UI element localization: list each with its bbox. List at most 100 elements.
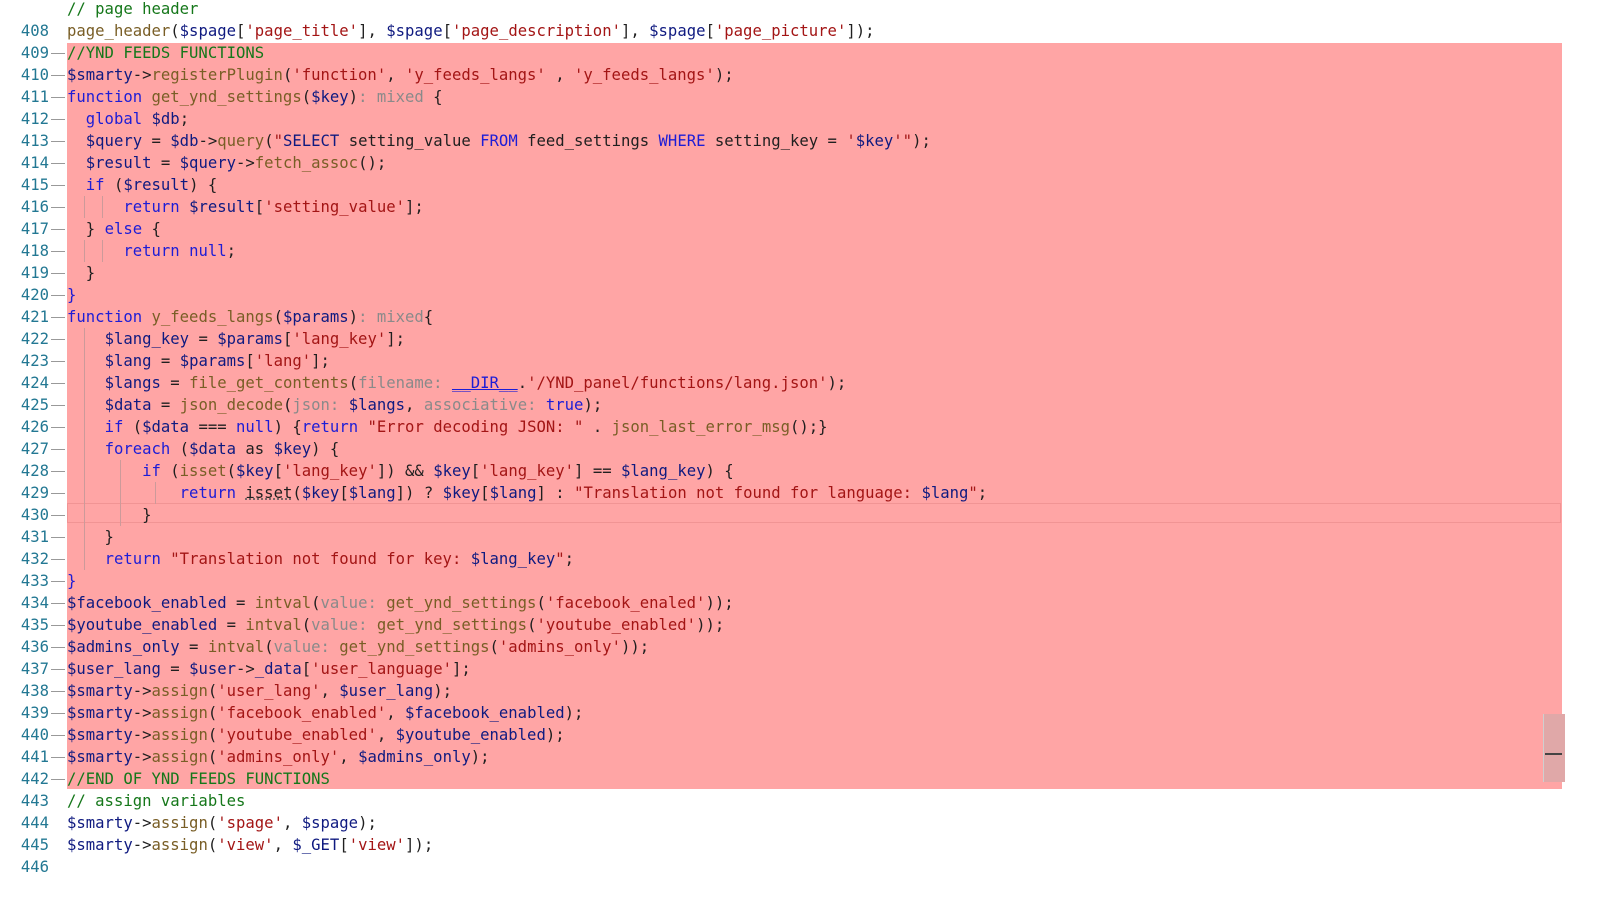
line-text[interactable]: } (67, 284, 76, 306)
line-text[interactable]: return $result['setting_value']; (67, 196, 423, 218)
code-line[interactable]: 429 if (isset($key['lang_key']) && $key[… (0, 460, 1560, 502)
line-text[interactable]: // page header (67, 0, 198, 20)
line-text[interactable]: $langs = file_get_contents(filename: __D… (67, 372, 847, 394)
code-line[interactable]: 437 $admins_only = intval(value: get_ynd… (0, 636, 1560, 678)
code-line[interactable]: 443 //END OF YND FEEDS FUNCTIONS (0, 768, 1560, 810)
scrollbar-thumb[interactable] (1543, 714, 1565, 782)
code-line[interactable]: 423 $lang_key = $params['lang_key']; (0, 328, 1560, 370)
line-text[interactable]: function get_ynd_settings($key): mixed { (67, 86, 443, 108)
line-text[interactable]: //YND FEEDS FUNCTIONS (67, 42, 264, 64)
line-text[interactable]: return "Translation not found for key: $… (67, 548, 574, 570)
code-line[interactable]: 431 } (0, 504, 1560, 546)
fold-marker (51, 625, 65, 626)
code-line[interactable]: 418 } else { (0, 218, 1560, 260)
code-line[interactable]: 430 return isset($key[$lang]) ? $key[$la… (0, 482, 1560, 524)
line-text[interactable]: foreach ($data as $key) { (67, 438, 340, 460)
code-line[interactable]: 432 } (0, 526, 1560, 568)
line-text[interactable]: return isset($key[$lang]) ? $key[$lang] … (67, 482, 988, 504)
code-line[interactable]: 435 $facebook_enabled = intval(value: ge… (0, 592, 1560, 634)
line-text[interactable]: $smarty->assign('spage', $spage); (67, 812, 377, 834)
fold-marker (51, 141, 65, 142)
code-line[interactable]: 422 function y_feeds_langs($params): mix… (0, 306, 1560, 348)
line-text[interactable]: page_header($spage['page_title'], $spage… (67, 20, 875, 42)
code-line[interactable]: 419 return null; (0, 240, 1560, 282)
code-line[interactable]: 434 } (0, 570, 1560, 612)
code-line[interactable]: 436 $youtube_enabled = intval(value: get… (0, 614, 1560, 656)
code-line[interactable]: 440 $smarty->assign('facebook_enabled', … (0, 702, 1560, 744)
code-line[interactable]: 426 $data = json_decode(json: $langs, as… (0, 394, 1560, 436)
code-line[interactable]: 409 page_header($spage['page_title'], $s… (0, 20, 1560, 62)
line-text[interactable]: } (67, 526, 114, 548)
fold-marker (51, 207, 65, 208)
line-text[interactable]: } else { (67, 218, 161, 240)
code-line[interactable]: 414 $query = $db->query("SELECT setting_… (0, 130, 1560, 172)
code-line[interactable]: 425 $langs = file_get_contents(filename:… (0, 372, 1560, 414)
fold-marker (51, 75, 65, 76)
line-text[interactable]: $admins_only = intval(value: get_ynd_set… (67, 636, 649, 658)
code-line[interactable]: 413 global $db; (0, 108, 1560, 150)
code-line[interactable]: 438 $user_lang = $user->_data['user_lang… (0, 658, 1560, 700)
fold-marker (51, 757, 65, 758)
comment: //YND FEEDS FUNCTIONS (67, 44, 265, 62)
code-lines[interactable]: 408 // page header 409 page_header($spag… (0, 0, 1560, 876)
line-text[interactable]: $lang = $params['lang']; (67, 350, 330, 372)
line-text[interactable]: if ($data === null) {return "Error decod… (67, 416, 828, 438)
line-text[interactable]: //END OF YND FEEDS FUNCTIONS (67, 768, 330, 790)
line-text[interactable]: $youtube_enabled = intval(value: get_ynd… (67, 614, 724, 636)
fold-marker (51, 493, 65, 494)
line-text[interactable]: $user_lang = $user->_data['user_language… (67, 658, 471, 680)
fold-marker (51, 317, 65, 318)
line-text[interactable]: $lang_key = $params['lang_key']; (67, 328, 405, 350)
code-line[interactable]: 433 return "Translation not found for ke… (0, 548, 1560, 590)
code-line[interactable]: 439 $smarty->assign('user_lang', $user_l… (0, 680, 1560, 722)
line-number: 446 (20, 858, 49, 876)
vertical-scrollbar[interactable] (1562, 0, 1606, 874)
code-line[interactable]: 411 $smarty->registerPlugin('function', … (0, 64, 1560, 106)
code-line[interactable]: 444 // assign variables (0, 790, 1560, 832)
code-line[interactable]: 410 //YND FEEDS FUNCTIONS (0, 42, 1560, 84)
line-text[interactable]: // assign variables (67, 790, 245, 812)
line-text[interactable]: global $db; (67, 108, 189, 130)
fold-marker (51, 581, 65, 582)
line-text[interactable]: function y_feeds_langs($params): mixed{ (67, 306, 433, 328)
line-text[interactable]: $data = json_decode(json: $langs, associ… (67, 394, 603, 416)
comment: // assign variables (67, 792, 246, 810)
line-text[interactable]: return null; (67, 240, 236, 262)
code-line[interactable]: 408 // page header (0, 0, 1560, 40)
code-line[interactable]: 417 return $result['setting_value']; (0, 196, 1560, 238)
code-line[interactable]: 420 } (0, 262, 1560, 304)
line-text[interactable]: $smarty->registerPlugin('function', 'y_f… (67, 64, 734, 86)
line-text[interactable]: $smarty->assign('facebook_enabled', $fac… (67, 702, 583, 724)
line-text[interactable]: $query = $db->query("SELECT setting_valu… (67, 130, 931, 152)
line-text[interactable]: $smarty->assign('view', $_GET['view']); (67, 834, 433, 856)
code-line[interactable]: 445 $smarty->assign('spage', $spage); (0, 812, 1560, 854)
line-text[interactable]: } (67, 262, 95, 284)
line-text[interactable]: } (67, 504, 151, 526)
code-line[interactable]: 427 if ($data === null) {return "Error d… (0, 416, 1560, 458)
comment: // page header (67, 0, 199, 18)
fold-marker (51, 537, 65, 538)
line-text[interactable]: $facebook_enabled = intval(value: get_yn… (67, 592, 734, 614)
line-text[interactable]: $smarty->assign('user_lang', $user_lang)… (67, 680, 452, 702)
fold-marker (51, 361, 65, 362)
line-text[interactable]: $smarty->assign('admins_only', $admins_o… (67, 746, 490, 768)
code-line[interactable]: 416 if ($result) { (0, 174, 1560, 216)
code-line[interactable]: 442 $smarty->assign('admins_only', $admi… (0, 746, 1560, 788)
code-line[interactable]: 441 $smarty->assign('youtube_enabled', $… (0, 724, 1560, 766)
fold-marker (51, 647, 65, 648)
line-text[interactable]: $smarty->assign('youtube_enabled', $yout… (67, 724, 565, 746)
code-line[interactable]: 446 $smarty->assign('view', $_GET['view'… (0, 834, 1560, 876)
code-line[interactable]: 421 } (0, 284, 1560, 326)
line-text[interactable]: } (67, 570, 76, 592)
code-line[interactable]: 415 $result = $query->fetch_assoc(); (0, 152, 1560, 194)
fold-marker (51, 669, 65, 670)
code-line[interactable]: 428 foreach ($data as $key) { (0, 438, 1560, 480)
line-text[interactable]: $result = $query->fetch_assoc(); (67, 152, 386, 174)
fold-marker (51, 185, 65, 186)
code-line[interactable]: 412 function get_ynd_settings($key): mix… (0, 86, 1560, 128)
code-editor[interactable]: 408 // page header 409 page_header($spag… (0, 0, 1606, 876)
code-line[interactable]: 424 $lang = $params['lang']; (0, 350, 1560, 392)
line-text[interactable]: if ($result) { (67, 174, 217, 196)
fold-marker (51, 427, 65, 428)
line-text[interactable]: if (isset($key['lang_key']) && $key['lan… (67, 460, 734, 482)
